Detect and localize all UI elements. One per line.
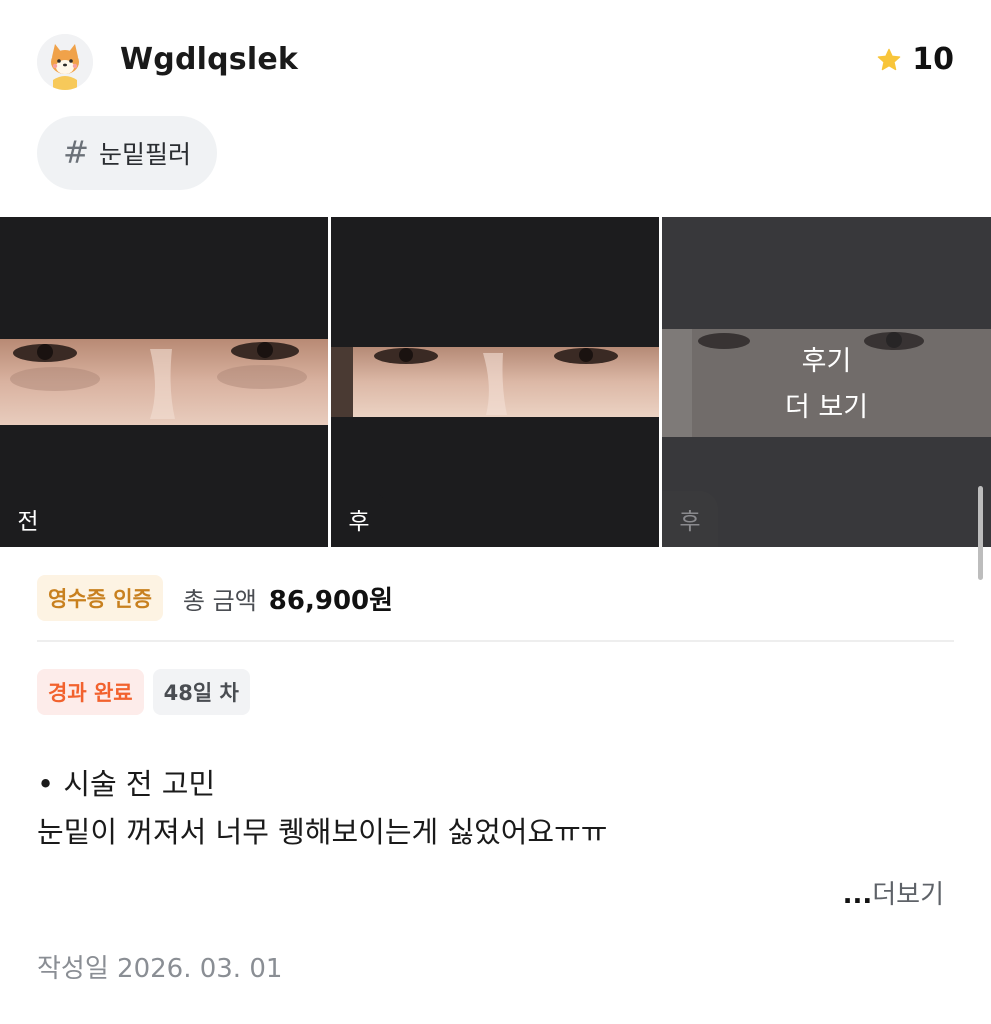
review-line-2: 눈밑이 꺼져서 너무 퀭해보이는게 싫었어요ㅠㅠ (37, 815, 608, 849)
read-more-link[interactable]: ...더보기 (843, 874, 944, 911)
read-more-dots: ... (842, 880, 873, 910)
tag-label: 눈밑필러 (98, 140, 191, 169)
read-more-label: 더보기 (872, 880, 944, 910)
status-row: 경과 완료 48일 차 (37, 669, 250, 715)
review-line-1: • 시술 전 고민 (37, 767, 216, 801)
photo-badge: 전 (0, 491, 56, 547)
more-reviews-line2: 더 보기 (784, 392, 869, 423)
receipt-verified-badge: 영수증 인증 (37, 575, 163, 621)
more-reviews-line1: 후기 (801, 346, 852, 377)
total-price-value: 86,900원 (268, 585, 394, 616)
shiba-dog-avatar-icon[interactable] (37, 34, 93, 90)
photo-gallery: 전 후 후기 더 보기 후 (0, 217, 991, 547)
hash-icon: # (63, 135, 89, 171)
total-price-label: 총 금액 (182, 586, 257, 615)
scrollbar[interactable] (978, 486, 983, 580)
more-reviews-photo[interactable]: 후기 더 보기 후 (662, 217, 991, 547)
star-icon (877, 48, 901, 70)
after-photo[interactable]: 후 (331, 217, 659, 547)
username[interactable]: Wgdlqslek (120, 42, 298, 77)
photo-badge: 후 (331, 491, 387, 547)
rating-value: 10 (912, 42, 954, 77)
rating: 10 (876, 42, 954, 77)
review-body: • 시술 전 고민 눈밑이 꺼져서 너무 퀭해보이는게 싫었어요ㅠㅠ (37, 760, 607, 856)
review-header: Wgdlqslek 10 (37, 34, 954, 90)
before-photo[interactable]: 전 (0, 217, 328, 547)
days-elapsed-badge: 48일 차 (152, 669, 250, 715)
more-reviews-text[interactable]: 후기 더 보기 (662, 339, 991, 431)
photo-badge: 후 (662, 491, 718, 547)
divider (37, 640, 954, 642)
tag-chip[interactable]: # 눈밑필러 (37, 116, 217, 190)
written-date: 작성일 2026. 03. 01 (37, 954, 283, 984)
price-row: 영수증 인증 총 금액 86,900원 (37, 575, 393, 621)
progress-status-badge: 경과 완료 (37, 669, 144, 715)
